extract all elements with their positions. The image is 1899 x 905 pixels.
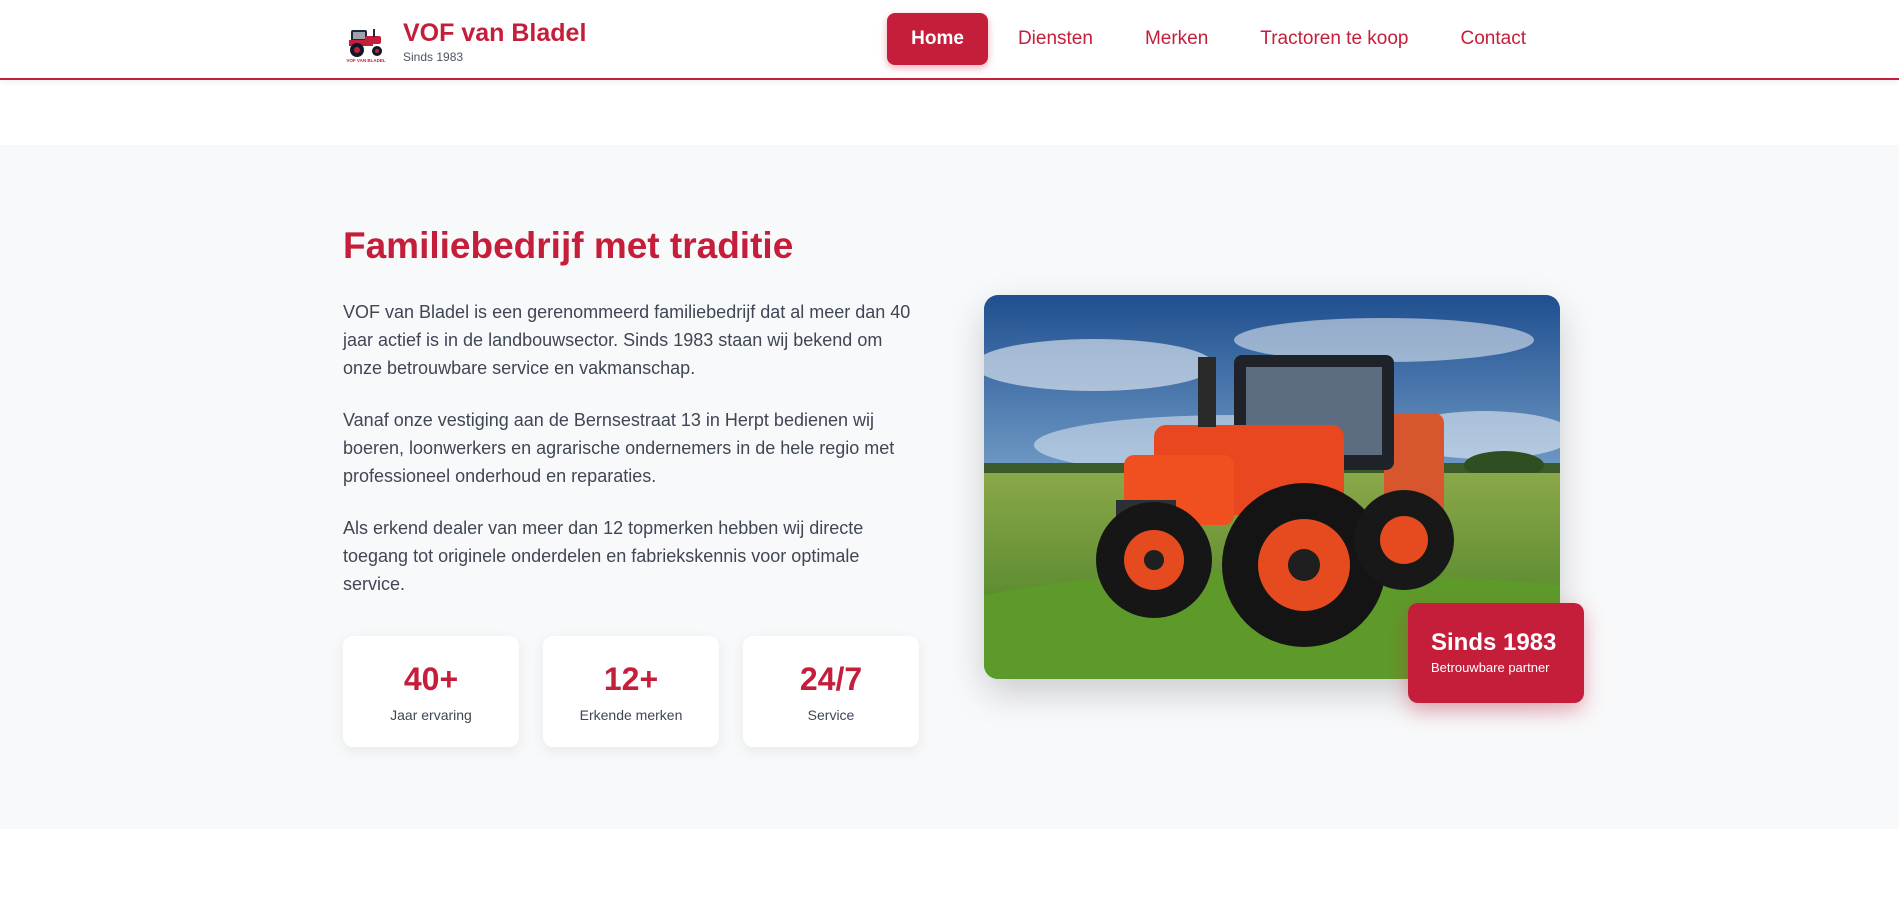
- brand-since: Sinds 1983: [403, 50, 464, 64]
- stat-card-service: 24/7 Service: [743, 636, 919, 747]
- stat-label: Jaar ervaring: [390, 707, 472, 723]
- nav-home[interactable]: Home: [887, 13, 988, 65]
- badge-title: Sinds 1983: [1431, 629, 1557, 656]
- brand-home-link[interactable]: VOF VAN BLADEL VOF van Bladel Sinds 1983: [343, 18, 586, 65]
- stat-value: 40+: [403, 661, 459, 697]
- stat-card-experience: 40+ Jaar ervaring: [343, 636, 519, 747]
- about-paragraph-3: Als erkend dealer van meer dan 12 topmer…: [343, 518, 864, 594]
- stats-row: 40+ Jaar ervaring 12+ Erkende merken 24/…: [343, 636, 919, 747]
- nav-contact[interactable]: Contact: [1435, 13, 1552, 65]
- brand-name: VOF van Bladel: [403, 19, 587, 47]
- about-section: Familiebedrijf met traditie VOF van Blad…: [0, 145, 1899, 829]
- stat-label: Service: [807, 707, 855, 723]
- about-paragraph-2: Vanaf onze vestiging aan de Bernsestraat…: [343, 410, 895, 486]
- stat-label: Erkende merken: [579, 707, 683, 723]
- since-badge: Sinds 1983 Betrouwbare partner: [1408, 603, 1584, 703]
- section-title: Familiebedrijf met traditie: [343, 225, 794, 266]
- stat-value: 12+: [603, 661, 659, 697]
- site-header: VOF VAN BLADEL VOF van Bladel Sinds 1983…: [0, 0, 1899, 80]
- brand-text: VOF van Bladel Sinds 1983: [403, 18, 586, 65]
- about-paragraph-1: VOF van Bladel is een gerenommeerd famil…: [343, 302, 911, 378]
- nav-tractoren-te-koop[interactable]: Tractoren te koop: [1234, 13, 1434, 65]
- main-nav: Home Diensten Merken Tractoren te koop C…: [887, 13, 1552, 65]
- svg-text:VOF VAN BLADEL: VOF VAN BLADEL: [346, 58, 385, 63]
- nav-merken[interactable]: Merken: [1119, 13, 1234, 65]
- stat-card-brands: 12+ Erkende merken: [543, 636, 719, 747]
- nav-diensten[interactable]: Diensten: [992, 13, 1119, 65]
- badge-subtitle: Betrouwbare partner: [1431, 660, 1550, 675]
- stat-value: 24/7: [799, 661, 863, 697]
- tractor-logo-icon: VOF VAN BLADEL: [343, 20, 389, 64]
